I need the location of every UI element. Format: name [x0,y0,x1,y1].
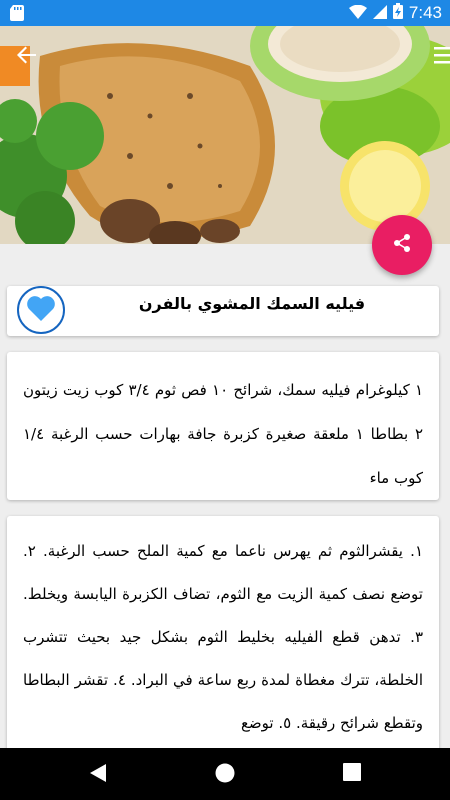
home-circle-icon[interactable] [214,762,236,788]
wifi-icon [348,4,367,23]
recipe-image [0,26,450,244]
navigation-bar [0,748,450,800]
cellular-icon [372,4,387,23]
recipe-title: فيليه السمك المشوي بالفرن [138,294,366,313]
steps-text: ١. يقشرالثوم ثم يهرس ناعما مع كمية الملح… [23,542,424,732]
share-button[interactable] [372,215,432,275]
recipe-title-card: فيليه السمك المشوي بالفرن [7,286,439,336]
battery-charging-icon [392,3,403,23]
status-bar: 7:43 [0,0,450,26]
favorite-button[interactable] [17,286,65,334]
steps-card: ١. يقشرالثوم ثم يهرس ناعما مع كمية الملح… [7,516,439,756]
recents-square-icon[interactable] [342,762,362,786]
back-triangle-icon[interactable] [88,762,108,788]
heart-icon [26,294,56,326]
sd-card-icon [10,5,24,25]
ingredients-card: ١ كيلوغرام فيليه سمك، شرائح ١٠ فص ثوم ٣/… [7,352,439,500]
clock: 7:43 [408,3,442,22]
ingredients-text: ١ كيلوغرام فيليه سمك، شرائح ١٠ فص ثوم ٣/… [23,381,424,487]
share-icon [392,233,412,257]
